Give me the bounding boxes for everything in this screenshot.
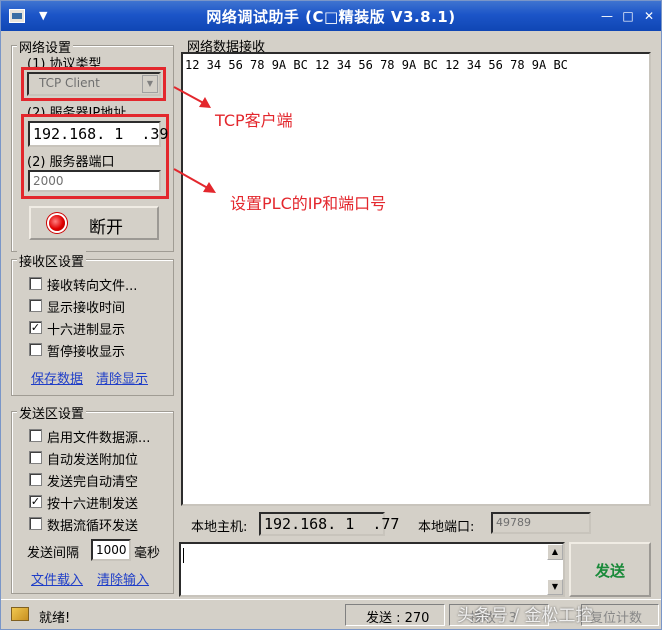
minimize-button[interactable]: — bbox=[599, 8, 615, 24]
ip-octet: 168 bbox=[300, 515, 328, 533]
group-title: 接收区设置 bbox=[17, 251, 87, 270]
server-port-label: (2) 服务器端口 bbox=[27, 155, 115, 170]
local-host-label: 本地主机: bbox=[191, 520, 248, 535]
checkbox[interactable]: ✓ bbox=[29, 321, 42, 334]
protocol-select[interactable]: TCP Client ▼ bbox=[27, 72, 161, 96]
status-ready: 就绪! bbox=[39, 611, 71, 626]
ip-octet: 1 bbox=[345, 515, 355, 533]
checkbox-label: 发送完自动清空 bbox=[47, 475, 139, 490]
watermark: 头条号 / 金松工控 bbox=[457, 606, 593, 626]
disconnect-label: 断开 bbox=[89, 218, 123, 238]
checkbox-label: 数据流循环发送 bbox=[47, 519, 139, 534]
maximize-button[interactable]: □ bbox=[620, 8, 636, 24]
ip-octet: 1 bbox=[114, 125, 124, 143]
disconnect-button[interactable]: 断开 bbox=[29, 206, 159, 240]
checkbox-label: 自动发送附加位 bbox=[47, 453, 139, 468]
send-count-cell: 发送 : 270 bbox=[345, 604, 445, 626]
server-ip-input[interactable]: 192.168. 1 .39 bbox=[28, 121, 168, 147]
close-button[interactable]: ✕ bbox=[641, 8, 657, 24]
ip-octet: 77 bbox=[381, 515, 400, 533]
checkbox[interactable] bbox=[29, 517, 42, 530]
clear-input-link[interactable]: 清除输入 bbox=[97, 569, 149, 588]
checkbox-label: 按十六进制发送 bbox=[47, 497, 139, 512]
local-port-value: 49789 bbox=[496, 516, 531, 529]
annotation-arrows bbox=[173, 86, 216, 193]
file-load-link[interactable]: 文件载入 bbox=[31, 569, 83, 588]
window-title: 网络调试助手 (C□精装版 V3.8.1) bbox=[206, 8, 456, 26]
send-input-area[interactable]: ▲ ▼ bbox=[179, 542, 565, 597]
chevron-down-icon[interactable]: ▼ bbox=[142, 75, 158, 93]
ip-octet: 168 bbox=[69, 125, 97, 143]
ip-octet: 192 bbox=[264, 515, 292, 533]
send-interval-input[interactable]: 1000 bbox=[91, 539, 131, 561]
title-bar: ▼ 网络调试助手 (C□精装版 V3.8.1) — □ ✕ bbox=[1, 1, 661, 31]
checkbox-label: 显示接收时间 bbox=[47, 301, 126, 316]
status-bar: 就绪! 发送 : 270 接收 : 3 复位计数 头条号 / 金松工控 bbox=[1, 599, 661, 629]
send-count: 发送 : 270 bbox=[366, 611, 430, 626]
local-host-ip: 192.168. 1 .77 bbox=[259, 512, 399, 536]
received-data-text: 12 34 56 78 9A BC 12 34 56 78 9A BC 12 3… bbox=[185, 58, 568, 72]
checkbox-label: 接收转向文件... bbox=[47, 279, 138, 294]
text-cursor bbox=[183, 548, 184, 563]
checkbox[interactable] bbox=[29, 451, 42, 464]
protocol-select-value: TCP Client bbox=[39, 76, 100, 90]
send-button-label: 发送 bbox=[594, 562, 625, 580]
server-port-input[interactable]: 2000 bbox=[28, 170, 161, 192]
ready-icon bbox=[11, 607, 29, 621]
checkbox[interactable] bbox=[29, 343, 42, 356]
local-port-label: 本地端口: bbox=[418, 520, 475, 535]
checkbox[interactable] bbox=[29, 429, 42, 442]
checkbox[interactable] bbox=[29, 299, 42, 312]
annotation-tcp-client: TCP客户端 bbox=[215, 111, 293, 130]
save-data-link[interactable]: 保存数据 bbox=[31, 368, 83, 387]
send-interval-value: 1000 bbox=[96, 543, 127, 557]
ip-octet: 192 bbox=[33, 125, 61, 143]
scroll-up-icon[interactable]: ▲ bbox=[547, 544, 563, 560]
checkbox[interactable]: ✓ bbox=[29, 495, 42, 508]
checkbox-label: 暂停接收显示 bbox=[47, 345, 126, 360]
checkbox-label: 十六进制显示 bbox=[47, 323, 126, 338]
app-window: ▼ 网络调试助手 (C□精装版 V3.8.1) — □ ✕ 网络设置 (1) 协… bbox=[0, 0, 662, 630]
group-title: 发送区设置 bbox=[17, 403, 87, 422]
local-port-input: 49789 bbox=[491, 512, 591, 534]
checkbox[interactable] bbox=[29, 277, 42, 290]
server-port-value: 2000 bbox=[33, 174, 64, 188]
interval-unit-label: 毫秒 bbox=[134, 546, 161, 561]
reset-count-button[interactable]: 复位计数 bbox=[590, 607, 642, 626]
checkbox-label: 启用文件数据源... bbox=[47, 431, 151, 446]
record-red-icon bbox=[49, 215, 65, 231]
ip-octet: 39 bbox=[150, 125, 169, 143]
send-button[interactable]: 发送 bbox=[569, 542, 651, 597]
send-interval-label: 发送间隔 bbox=[27, 546, 80, 561]
annotation-plc-ip-port: 设置PLC的IP和端口号 bbox=[230, 194, 387, 213]
checkbox[interactable] bbox=[29, 473, 42, 486]
scroll-down-icon[interactable]: ▼ bbox=[547, 579, 563, 595]
clear-display-link[interactable]: 清除显示 bbox=[96, 368, 148, 387]
